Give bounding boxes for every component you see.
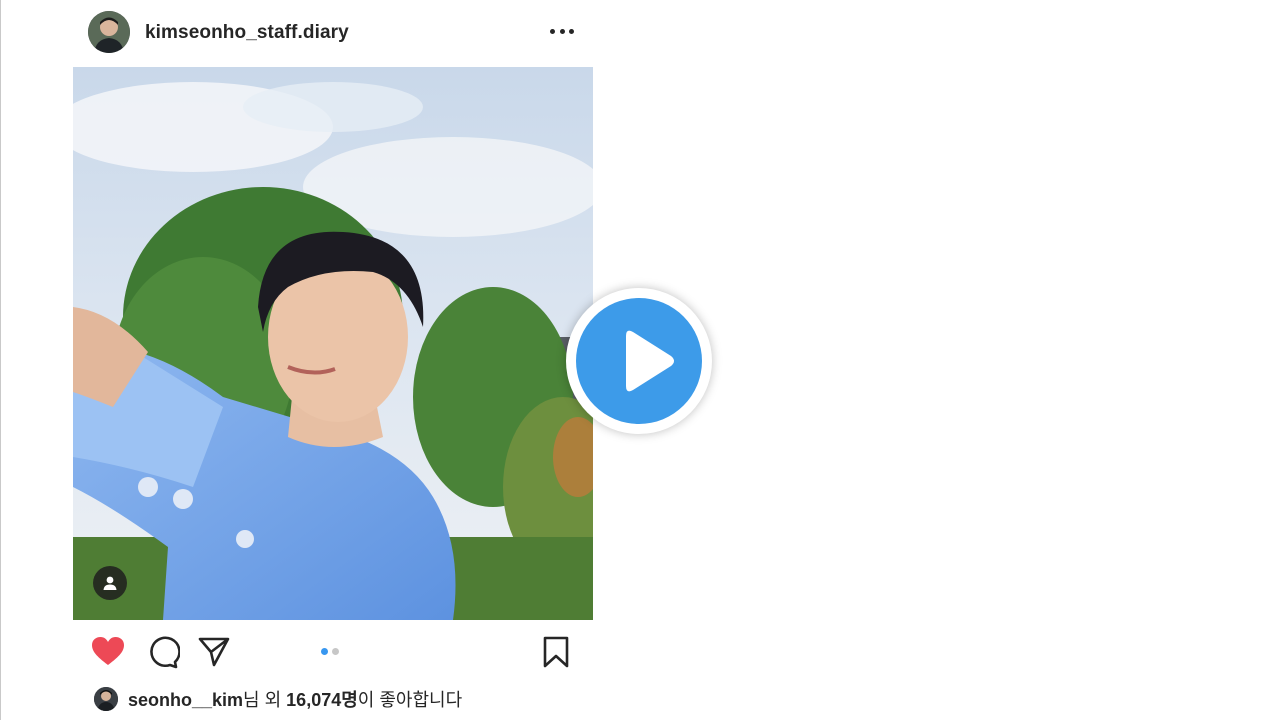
more-dot [550, 28, 555, 34]
profile-avatar[interactable] [88, 11, 130, 53]
more-dot [569, 28, 574, 34]
liker-username[interactable]: seonho__kim [128, 690, 243, 710]
carousel-dot [332, 648, 339, 655]
post-header: kimseonho_staff.diary [88, 10, 588, 54]
likes-text: seonho__kim님 외 16,074명이 좋아합니다 [128, 686, 462, 712]
likes-summary: seonho__kim님 외 16,074명이 좋아합니다 [94, 686, 462, 712]
post-username[interactable]: kimseonho_staff.diary [145, 22, 349, 44]
likes-mid-text: 님 외 [243, 690, 287, 710]
carousel-dot-active [321, 648, 328, 655]
play-icon [576, 298, 702, 424]
play-button[interactable] [566, 288, 712, 434]
more-options-icon[interactable] [550, 21, 574, 41]
post-media-photo[interactable] [73, 67, 593, 620]
send-icon[interactable] [196, 634, 232, 670]
liker-avatar[interactable] [94, 687, 118, 711]
heart-filled-icon[interactable] [90, 634, 126, 670]
bookmark-icon[interactable] [538, 634, 574, 670]
more-dot [559, 28, 565, 34]
comment-icon[interactable] [144, 634, 181, 670]
likes-count[interactable]: 16,074명 [286, 690, 358, 710]
user-tag-icon[interactable] [93, 566, 127, 600]
likes-suffix: 이 좋아합니다 [357, 690, 463, 710]
carousel-indicator [321, 648, 339, 655]
left-frame-border [0, 0, 1, 720]
